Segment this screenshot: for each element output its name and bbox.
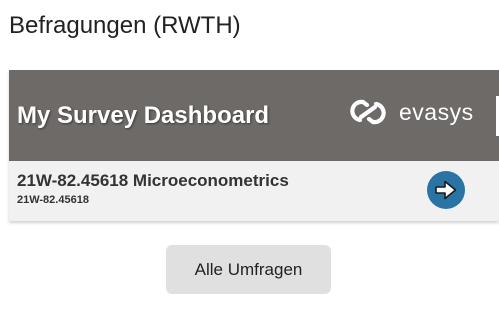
dashboard-header: My Survey Dashboard evasys (9, 70, 499, 161)
evasys-brand: evasys (347, 94, 474, 130)
arrow-right-circle-icon (435, 180, 457, 200)
brand-name: evasys (399, 98, 474, 125)
page-title: Befragungen (RWTH) (9, 12, 241, 39)
survey-list-item[interactable]: 21W-82.45618 Microeconometrics 21W-82.45… (9, 161, 499, 217)
dashboard-title: My Survey Dashboard (17, 102, 270, 129)
all-surveys-button[interactable]: Alle Umfragen (166, 245, 331, 294)
survey-code: 21W-82.45618 (17, 194, 89, 206)
evasys-logo-icon (350, 99, 386, 125)
survey-title: 21W-82.45618 Microeconometrics (17, 171, 289, 190)
survey-dashboard: My Survey Dashboard evasys 21W-82.45618 … (9, 70, 499, 221)
open-survey-button[interactable] (427, 171, 465, 209)
